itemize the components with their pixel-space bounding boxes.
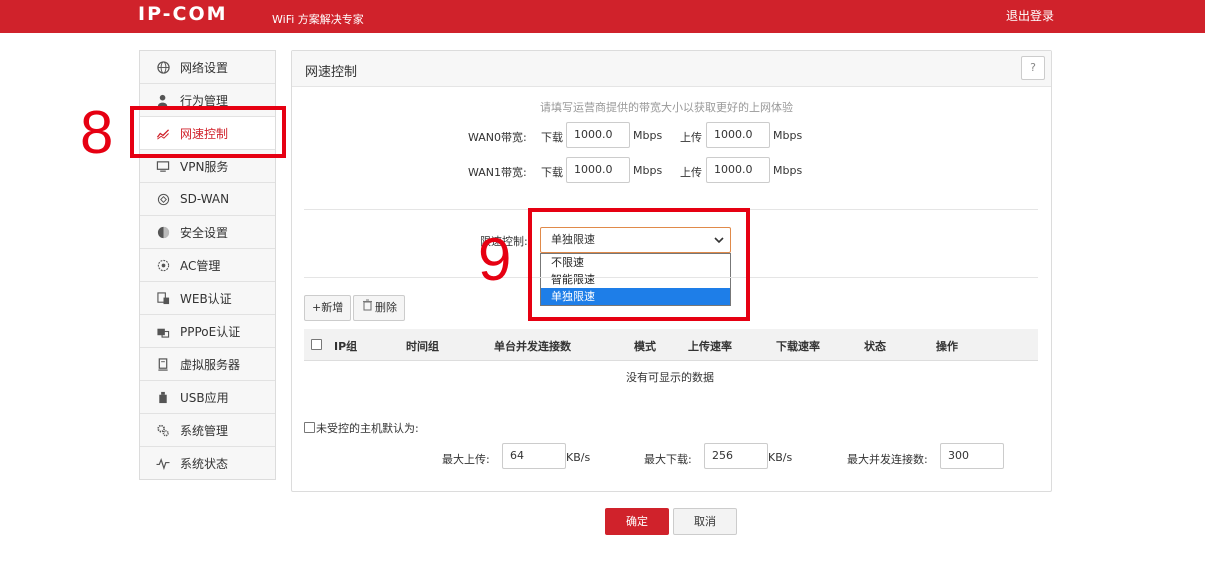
user-manage-icon (156, 93, 170, 107)
usb-icon (156, 390, 170, 404)
wan1-download-unit: Mbps (633, 164, 663, 177)
col-download-rate: 下载速率 (776, 340, 820, 353)
sidebar-item-label: VPN服务 (180, 159, 229, 174)
col-ip-group: IP组 (334, 340, 358, 353)
wan0-download-input[interactable]: 1000.0 (566, 122, 630, 148)
table-header: IP组 时间组 单台并发连接数 模式 上传速率 下载速率 状态 操作 (304, 329, 1038, 361)
wan0-upload-input[interactable]: 1000.0 (706, 122, 770, 148)
sidebar-item-label: 虚拟服务器 (180, 357, 241, 372)
sidebar-item-label: 系统状态 (180, 456, 229, 471)
sidebar-item-label: 系统管理 (180, 423, 229, 438)
top-bar: IP-COM WiFi 方案解决专家 退出登录 (0, 0, 1205, 33)
col-time-group: 时间组 (406, 340, 439, 353)
sidebar-item-web-auth[interactable]: WEB认证 (140, 282, 275, 315)
sidebar-item-label: USB应用 (180, 390, 229, 405)
sidebar-item-label: SD-WAN (180, 192, 230, 206)
wan1-download-input[interactable]: 1000.0 (566, 157, 630, 183)
delete-button[interactable]: 删除 (353, 295, 405, 321)
sidebar-item-label: AC管理 (180, 258, 221, 273)
col-status: 状态 (864, 340, 886, 353)
help-button[interactable]: ? (1021, 56, 1045, 80)
max-upload-input[interactable]: 64 (502, 443, 566, 469)
wan0-label: WAN0带宽: (468, 131, 527, 144)
slogan: WiFi 方案解决专家 (272, 13, 364, 26)
sidebar-item-label: PPPoE认证 (180, 324, 241, 339)
sidebar-item-network[interactable]: 网络设置 (140, 51, 275, 84)
add-button[interactable]: +新增 (304, 295, 352, 321)
sidebar-item-virtual-server[interactable]: 虚拟服务器 (140, 348, 275, 381)
max-download-label: 最大下载: (644, 453, 692, 466)
panel-header: 网速控制 ? (292, 51, 1051, 87)
wan1-label: WAN1带宽: (468, 166, 527, 179)
gears-icon (156, 423, 170, 437)
annotation-box-8 (130, 106, 286, 158)
web-auth-icon (156, 291, 170, 305)
default-host-label: 未受控的主机默认为: (316, 422, 419, 435)
server-icon (156, 357, 170, 371)
sidebar-item-security[interactable]: 安全设置 (140, 216, 275, 249)
wan0-download-label: 下载 (541, 131, 563, 144)
sdwan-icon (156, 192, 170, 206)
wan1-upload-label: 上传 (680, 166, 702, 179)
logout-link[interactable]: 退出登录 (1006, 7, 1054, 24)
max-upload-unit: KB/s (566, 451, 591, 464)
shield-icon (156, 225, 170, 239)
col-upload-rate: 上传速率 (688, 340, 732, 353)
sidebar-item-usb[interactable]: USB应用 (140, 381, 275, 414)
sidebar-item-pppoe[interactable]: PPPoE认证 (140, 315, 275, 348)
max-upload-label: 最大上传: (442, 453, 490, 466)
trash-icon (362, 296, 373, 320)
col-mode: 模式 (634, 340, 656, 353)
max-download-input[interactable]: 256 (704, 443, 768, 469)
cancel-button[interactable]: 取消 (673, 508, 737, 535)
sidebar-item-label: WEB认证 (180, 291, 232, 306)
wan1-download-label: 下载 (541, 166, 563, 179)
sidebar-item-system-status[interactable]: 系统状态 (140, 447, 275, 479)
select-all-checkbox[interactable] (311, 339, 322, 350)
sidebar-item-sdwan[interactable]: SD-WAN (140, 183, 275, 216)
max-connections-input[interactable]: 300 (940, 443, 1004, 469)
annotation-box-9 (528, 208, 750, 321)
empty-table-text: 没有可显示的数据 (626, 371, 714, 384)
sidebar-item-label: 安全设置 (180, 225, 229, 240)
wan0-upload-unit: Mbps (773, 129, 803, 142)
sidebar-item-label: 网络设置 (180, 60, 229, 75)
wan0-download-unit: Mbps (633, 129, 663, 142)
annotation-number-8: 8 (80, 99, 114, 166)
bandwidth-hint: 请填写运营商提供的带宽大小以获取更好的上网体验 (540, 101, 793, 114)
ok-button[interactable]: 确定 (605, 508, 669, 535)
default-host-checkbox[interactable] (304, 422, 315, 433)
delete-label: 删除 (375, 301, 397, 314)
wan0-upload-label: 上传 (680, 131, 702, 144)
annotation-number-9: 9 (478, 226, 512, 293)
sidebar-item-ac[interactable]: AC管理 (140, 249, 275, 282)
panel-title: 网速控制 (305, 65, 358, 80)
wan1-upload-unit: Mbps (773, 164, 803, 177)
pulse-icon (156, 456, 170, 470)
ac-icon (156, 258, 170, 272)
globe-icon (156, 60, 170, 74)
max-download-unit: KB/s (768, 451, 793, 464)
col-action: 操作 (936, 340, 958, 353)
monitor-icon (156, 159, 170, 173)
pppoe-icon (156, 324, 170, 338)
col-concurrent: 单台并发连接数 (494, 340, 571, 353)
wan1-upload-input[interactable]: 1000.0 (706, 157, 770, 183)
sidebar-item-system-manage[interactable]: 系统管理 (140, 414, 275, 447)
ip-com-logo: IP-COM (138, 3, 228, 25)
max-connections-label: 最大并发连接数: (847, 453, 928, 466)
